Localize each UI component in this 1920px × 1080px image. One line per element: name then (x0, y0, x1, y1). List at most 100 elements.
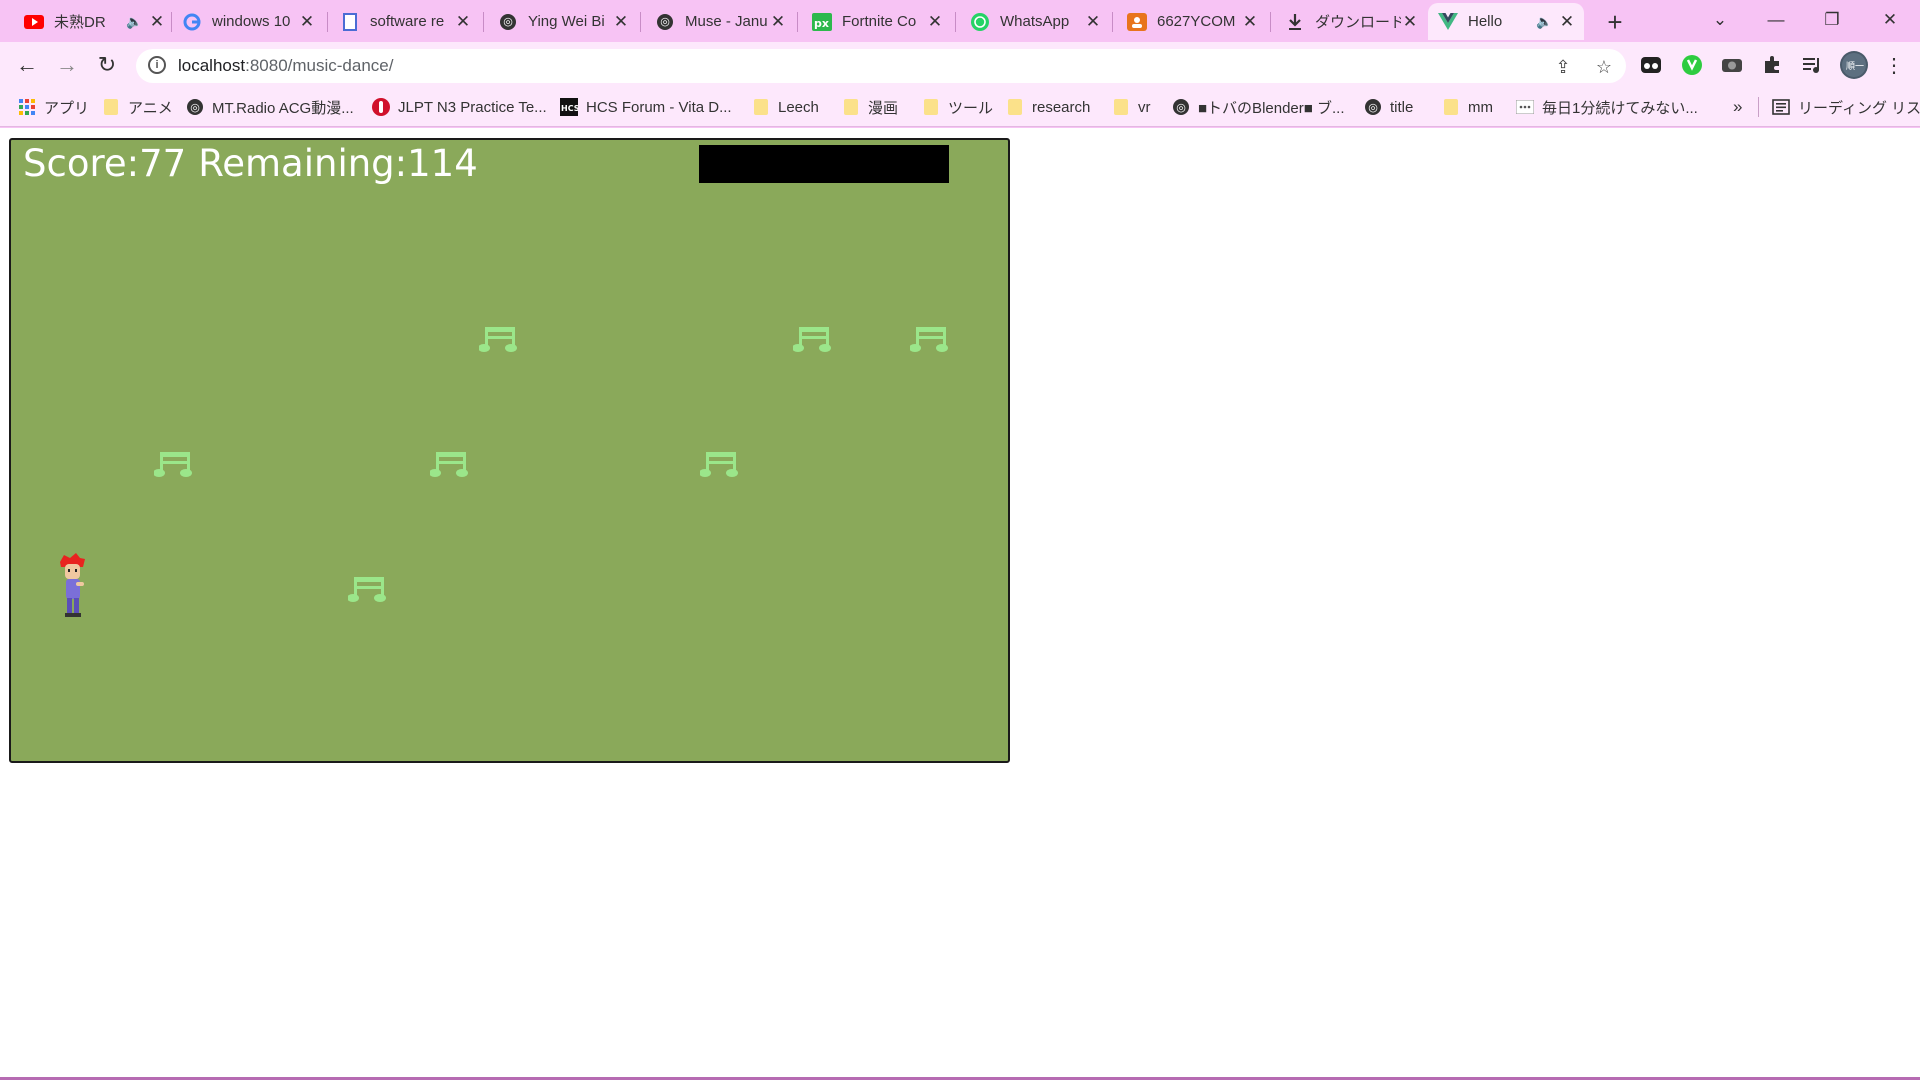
bookmark-mtradio[interactable]: ◎ MT.Radio ACG動漫... (186, 96, 354, 118)
menu-icon[interactable]: ⋮ (1881, 52, 1907, 78)
close-tab-icon[interactable]: ✕ (612, 12, 630, 32)
bookmark-label: アニメ (128, 99, 173, 117)
bookmark-label: ■トバのBlender■ ブ... (1198, 99, 1345, 117)
tab-title: windows 10 (212, 13, 291, 30)
speaker-icon[interactable]: 🔈 (126, 14, 142, 30)
bookmark-star-icon[interactable]: ☆ (1592, 55, 1616, 79)
tab-muse[interactable]: ◎ Muse - Janu ✕ (645, 3, 795, 40)
bookmark-folder-leech[interactable]: Leech (752, 96, 819, 118)
bookmark-label: HCS Forum - Vita D... (586, 98, 732, 116)
px-icon: px (812, 12, 832, 32)
music-note-icon (348, 577, 386, 602)
tab-title: ダウンロード (1315, 14, 1401, 31)
tab-youtube[interactable]: 未熟DR 🔈 ✕ (14, 3, 174, 40)
youtube-icon (24, 12, 44, 32)
reload-icon[interactable]: ↻ (90, 48, 124, 82)
back-icon[interactable]: ← (10, 48, 44, 82)
tab-title: WhatsApp (1000, 13, 1070, 30)
close-tab-icon[interactable]: ✕ (1084, 12, 1102, 32)
bookmark-label: ツール (948, 99, 994, 117)
restore-button[interactable]: ❐ (1804, 0, 1860, 40)
doc-icon (340, 12, 360, 32)
media-queue-icon[interactable] (1799, 52, 1825, 78)
bookmark-hcs[interactable]: HCS HCS Forum - Vita D... (560, 96, 732, 118)
tab-yingwei[interactable]: ◎ Ying Wei Bi ✕ (488, 3, 638, 40)
tab-downloads[interactable]: ダウンロード ✕ (1275, 3, 1427, 40)
bookmarks-bar: アプリ アニメ ◎ MT.Radio ACG動漫... JLPT N3 Prac… (0, 88, 1920, 127)
tab-software[interactable]: software re ✕ (330, 3, 480, 40)
close-tab-icon[interactable]: ✕ (298, 12, 316, 32)
bookmark-folder-mm[interactable]: mm (1442, 96, 1493, 118)
tab-hello-active[interactable]: Hello 🔈 ✕ (1428, 3, 1584, 40)
new-tab-button[interactable]: + (1599, 6, 1631, 38)
share-icon[interactable]: ⇪ (1551, 55, 1575, 79)
svg-text:HCS: HCS (561, 104, 578, 113)
close-tab-icon[interactable]: ✕ (1401, 12, 1419, 32)
close-tab-icon[interactable]: ✕ (1558, 12, 1576, 32)
tab-search-icon[interactable]: ⌄ (1692, 0, 1748, 40)
tab-title: 未熟DR (54, 14, 106, 31)
bookmark-folder-research[interactable]: research (1006, 96, 1090, 118)
extension-mask-icon[interactable] (1638, 52, 1664, 78)
globe-icon: ◎ (1172, 98, 1190, 116)
close-tab-icon[interactable]: ✕ (926, 12, 944, 32)
google-icon (182, 12, 202, 32)
tab-whatsapp[interactable]: WhatsApp ✕ (960, 3, 1110, 40)
reading-list-button[interactable]: リーディング リスト (1772, 96, 1920, 118)
browser-chrome: 未熟DR 🔈 ✕ windows 10 ✕ software re ✕ ◎ Yi… (0, 0, 1920, 128)
address-bar[interactable]: i localhost:8080/music-dance/ ⇪ ☆ (136, 49, 1626, 83)
bookmark-label: MT.Radio ACG動漫... (212, 99, 354, 117)
bookmark-label: 漫画 (868, 99, 899, 117)
globe-icon: ◎ (655, 12, 675, 32)
tab-strip: 未熟DR 🔈 ✕ windows 10 ✕ software re ✕ ◎ Yi… (0, 0, 1920, 42)
tab-fortnite[interactable]: px Fortnite Co ✕ (802, 3, 952, 40)
tab-title: Ying Wei Bi (528, 13, 605, 30)
extension-camera-icon[interactable] (1719, 52, 1745, 78)
folder-icon (1112, 98, 1130, 116)
bookmark-apps[interactable]: アプリ (18, 96, 89, 118)
bookmark-folder-tools[interactable]: ツール (922, 96, 993, 118)
score-label: Score:77 (23, 142, 187, 185)
bookmark-daily[interactable]: 毎日1分続けてみない... (1516, 96, 1698, 118)
extensions-puzzle-icon[interactable] (1759, 52, 1785, 78)
info-icon[interactable]: i (148, 56, 166, 74)
tab-title: software re (370, 13, 445, 30)
folder-icon (922, 98, 940, 116)
reading-list-label: リーディング リスト (1798, 99, 1920, 117)
minimize-button[interactable]: — (1748, 0, 1804, 40)
extension-green-icon[interactable] (1679, 52, 1705, 78)
remaining-label: Remaining:114 (198, 142, 478, 185)
player-character (60, 553, 85, 617)
folder-icon (102, 98, 120, 116)
folder-icon (1442, 98, 1460, 116)
tab-6627ycom[interactable]: 6627YCOM ✕ (1117, 3, 1267, 40)
dots-icon (1516, 98, 1534, 116)
forward-icon[interactable]: → (50, 48, 84, 82)
bookmark-label: vr (1138, 98, 1151, 116)
close-tab-icon[interactable]: ✕ (454, 12, 472, 32)
bookmark-folder-manga[interactable]: 漫画 (842, 96, 898, 118)
bookmark-label: Leech (778, 98, 819, 116)
speaker-icon[interactable]: 🔈 (1536, 14, 1552, 30)
bookmark-folder-vr[interactable]: vr (1112, 96, 1151, 118)
bookmark-folder-anime[interactable]: アニメ (102, 96, 173, 118)
bookmark-title[interactable]: ◎ title (1364, 96, 1413, 118)
music-note-icon (154, 452, 192, 477)
svg-text:順一: 順一 (1846, 61, 1864, 72)
tab-windows10[interactable]: windows 10 ✕ (172, 3, 324, 40)
bookmark-label: title (1390, 98, 1414, 116)
avatar[interactable]: 順一 (1839, 50, 1869, 80)
bookmark-jlpt[interactable]: JLPT N3 Practice Te... (372, 96, 547, 118)
address-url[interactable]: localhost:8080/music-dance/ (178, 56, 393, 76)
bookmark-blender[interactable]: ◎ ■トバのBlender■ ブ... (1172, 96, 1345, 118)
close-tab-icon[interactable]: ✕ (1241, 12, 1259, 32)
reading-list-icon (1772, 98, 1790, 116)
tab-title: Muse - Janu (685, 13, 768, 30)
close-tab-icon[interactable]: ✕ (769, 12, 787, 32)
close-window-button[interactable]: ✕ (1862, 0, 1918, 40)
bookmark-label: JLPT N3 Practice Te... (398, 98, 547, 116)
close-tab-icon[interactable]: ✕ (148, 12, 166, 32)
game-canvas[interactable]: Score:77 Remaining:114 (9, 138, 1010, 763)
globe-icon: ◎ (186, 98, 204, 116)
bookmarks-more-button[interactable]: » (1733, 96, 1742, 118)
